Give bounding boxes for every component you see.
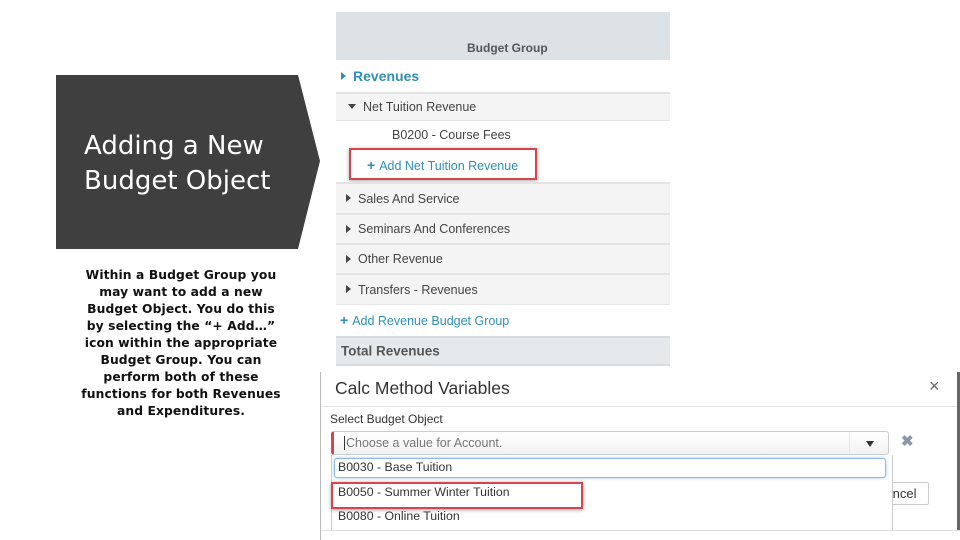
- highlight-box: [349, 148, 537, 180]
- section-label: Revenues: [353, 68, 420, 84]
- total-label: Total Revenues: [341, 343, 440, 359]
- close-icon[interactable]: ×: [929, 376, 940, 397]
- total-revenues-row: Total Revenues: [336, 336, 670, 366]
- option-b0080[interactable]: B0080 - Online Tuition: [338, 509, 460, 523]
- slide-description: Within a Budget Group you may want to ad…: [81, 268, 281, 418]
- group-label: Transfers - Revenues: [358, 282, 478, 297]
- calc-method-variables-modal: Calc Method Variables × Select Budget Ob…: [320, 372, 960, 540]
- tree-header: Budget Group: [336, 12, 670, 60]
- budget-group-tree: Budget Group Revenues Net Tuition Revenu…: [336, 12, 670, 368]
- caret-right-icon: [341, 72, 346, 81]
- column-header-budget-group: Budget Group: [467, 41, 548, 55]
- caret-right-icon: [346, 285, 351, 294]
- title-banner: Adding a New Budget Object: [56, 75, 320, 249]
- select-separator: [849, 432, 850, 454]
- caret-right-icon: [346, 194, 351, 203]
- section-revenues[interactable]: Revenues: [336, 60, 670, 92]
- option-b0030[interactable]: B0030 - Base Tuition: [338, 460, 452, 474]
- budget-object-row[interactable]: B0200 - Course Fees: [336, 121, 670, 149]
- group-row[interactable]: Sales And Service: [336, 182, 670, 213]
- slide-title: Adding a New Budget Object: [84, 131, 271, 196]
- plus-icon: +: [340, 312, 349, 328]
- modal-title: Calc Method Variables: [335, 378, 510, 398]
- budget-object-select[interactable]: Choose a value for Account.: [331, 431, 889, 455]
- clear-icon[interactable]: ✖: [901, 432, 914, 450]
- group-row[interactable]: Other Revenue: [336, 243, 670, 273]
- highlight-box: [331, 482, 583, 509]
- divider: [321, 406, 957, 407]
- group-label: Other Revenue: [358, 252, 443, 266]
- caret-right-icon: [346, 254, 351, 263]
- select-placeholder: Choose a value for Account.: [344, 436, 503, 450]
- add-revenue-budget-group-link[interactable]: + Add Revenue Budget Group: [336, 304, 670, 335]
- caret-right-icon: [346, 224, 351, 233]
- budget-object-label: B0200 - Course Fees: [392, 128, 511, 142]
- select-budget-object-label: Select Budget Object: [330, 412, 443, 426]
- modal-bottom-line: [321, 530, 960, 531]
- group-row[interactable]: Transfers - Revenues: [336, 273, 670, 304]
- group-row[interactable]: Seminars And Conferences: [336, 213, 670, 243]
- chevron-down-icon[interactable]: [866, 441, 874, 447]
- group-label: Sales And Service: [358, 191, 460, 206]
- group-label: Seminars And Conferences: [358, 222, 511, 236]
- caret-down-icon: [348, 104, 356, 110]
- add-group-label: Add Revenue Budget Group: [352, 314, 510, 328]
- group-label: Net Tuition Revenue: [363, 100, 477, 114]
- group-net-tuition-revenue[interactable]: Net Tuition Revenue: [336, 92, 670, 121]
